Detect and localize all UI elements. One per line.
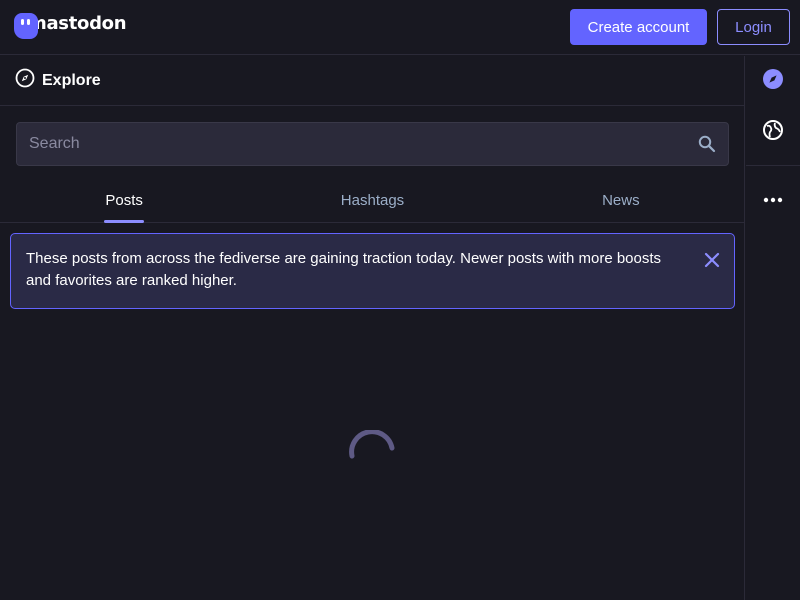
search-icon[interactable]	[698, 135, 716, 158]
more-icon[interactable]	[762, 189, 784, 211]
page-title: Explore	[42, 71, 101, 89]
main-column: Explore Posts Hashtags News These posts …	[0, 56, 745, 600]
trending-notice: These posts from across the fediverse ar…	[10, 233, 735, 309]
navigation-rail	[746, 56, 800, 600]
spinner-icon	[346, 429, 400, 489]
top-bar: mastodon Create account Login	[0, 0, 800, 55]
tab-posts[interactable]: Posts	[0, 178, 248, 222]
mastodon-logo-icon	[14, 13, 38, 39]
mastodon-logo[interactable]: mastodon	[14, 11, 127, 41]
tab-hashtags[interactable]: Hashtags	[248, 178, 496, 222]
explore-tabs: Posts Hashtags News	[0, 178, 745, 223]
notice-text: These posts from across the fediverse ar…	[26, 250, 662, 289]
tab-news[interactable]: News	[497, 178, 745, 222]
globe-icon[interactable]	[762, 119, 784, 141]
search-input[interactable]	[17, 123, 728, 165]
close-icon[interactable]	[704, 252, 720, 275]
explore-header[interactable]: Explore	[0, 56, 744, 106]
brand-name: mastodon	[28, 12, 127, 34]
rail-divider	[746, 165, 800, 166]
compass-icon	[15, 68, 35, 93]
login-button[interactable]: Login	[717, 9, 790, 45]
create-account-button[interactable]: Create account	[570, 9, 707, 45]
search-box	[16, 122, 729, 166]
compass-icon[interactable]	[762, 68, 784, 90]
